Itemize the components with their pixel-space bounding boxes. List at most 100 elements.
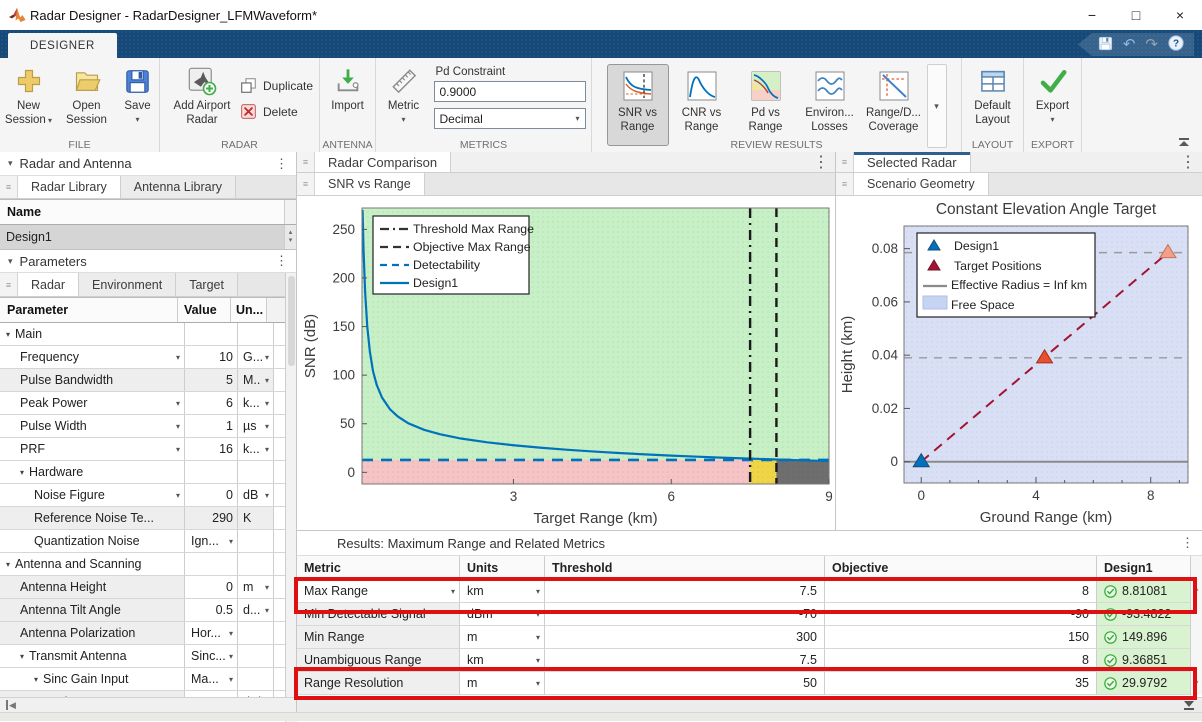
results-scrollbar[interactable]: ▴▾ [1190, 556, 1202, 695]
help-icon[interactable]: ? [1168, 35, 1184, 54]
range-doppler-coverage-button[interactable]: Range/D...Coverage [863, 64, 925, 146]
parameter-name-cell[interactable]: Pulse Bandwidth [0, 369, 185, 391]
environment-losses-button[interactable]: Environ...Losses [799, 64, 861, 146]
parameter-value-cell[interactable]: Hor...▾ [185, 622, 238, 644]
save-button[interactable]: Save▾ [117, 63, 159, 127]
parameter-name-cell[interactable]: ▾Main [0, 323, 185, 345]
parameter-unit-cell[interactable]: dB▾ [238, 484, 274, 506]
parameter-unit-cell[interactable]: G...▾ [238, 346, 274, 368]
parameter-name-cell[interactable]: ▾Antenna and Scanning [0, 553, 185, 575]
scroll-to-start-icon[interactable]: ◀ [6, 700, 16, 711]
dropdown-caret-icon[interactable]: ▾ [176, 422, 180, 431]
parameter-unit-cell[interactable]: M..▾ [238, 369, 274, 391]
pd-constraint-input[interactable]: 0.9000 [434, 81, 586, 102]
snr-vs-range-chart[interactable]: 369050100150200250Target Range (km)SNR (… [297, 196, 835, 530]
parameter-name-cell[interactable]: Antenna Polarization [0, 622, 185, 644]
undo-icon[interactable]: ↶ [1123, 37, 1136, 52]
panel-menu-icon[interactable]: ⋮ [1181, 535, 1194, 551]
dropdown-caret-icon[interactable]: ▾ [265, 491, 269, 500]
dropdown-caret-icon[interactable]: ▾ [229, 537, 233, 546]
horizontal-scrollbar[interactable]: ◀ [0, 697, 296, 712]
parameter-value-cell[interactable] [185, 323, 238, 345]
new-session-button[interactable]: NewSession ▾ [1, 63, 57, 128]
parameter-value-cell[interactable]: 0 [185, 576, 238, 598]
tab-radar-comparison[interactable]: Radar Comparison [315, 152, 451, 172]
dropdown-caret-icon[interactable]: ▾ [265, 422, 269, 431]
parameter-unit-cell[interactable] [238, 622, 274, 644]
parameter-unit-cell[interactable] [238, 668, 274, 690]
delete-button[interactable]: Delete [240, 103, 313, 120]
parameter-name-cell[interactable]: Frequency▾ [0, 346, 185, 368]
parameter-value-cell[interactable]: 290 [185, 507, 238, 529]
dropdown-caret-icon[interactable]: ▾ [176, 399, 180, 408]
panel-menu-icon[interactable]: ⋮ [275, 253, 288, 269]
tab-designer[interactable]: DESIGNER [8, 33, 117, 58]
dropdown-caret-icon[interactable]: ▾ [176, 445, 180, 454]
parameter-value-cell[interactable]: 0.5 [185, 599, 238, 621]
results-threshold-cell[interactable]: 50 [545, 672, 825, 695]
parameter-value-cell[interactable]: 16 [185, 438, 238, 460]
parameter-value-cell[interactable]: 1 [185, 415, 238, 437]
cnr-vs-range-button[interactable]: CNR vsRange [671, 64, 733, 146]
results-metric-cell[interactable]: Min Range [297, 626, 460, 649]
dropdown-caret-icon[interactable]: ▾ [451, 587, 455, 596]
scroll-to-end-icon[interactable] [1184, 701, 1194, 710]
results-metric-cell[interactable]: Range Resolution [297, 672, 460, 695]
tab-antenna-library[interactable]: Antenna Library [121, 176, 236, 198]
parameter-name-cell[interactable]: Pulse Width▾ [0, 415, 185, 437]
group-collapse-icon[interactable]: ▾ [20, 652, 24, 661]
tab-environment[interactable]: Environment [79, 273, 176, 296]
results-units-cell[interactable]: dBm▾ [460, 603, 545, 626]
dropdown-caret-icon[interactable]: ▾ [265, 399, 269, 408]
dropdown-caret-icon[interactable]: ▾ [229, 652, 233, 661]
drag-handle-icon[interactable]: ≡ [297, 173, 315, 195]
collapse-triangle-icon[interactable]: ▾ [8, 158, 13, 169]
dropdown-caret-icon[interactable]: ▾ [265, 606, 269, 615]
import-button[interactable]: Import [324, 63, 372, 113]
default-layout-button[interactable]: DefaultLayout [966, 63, 1020, 127]
parameter-name-cell[interactable]: Noise Figure▾ [0, 484, 185, 506]
dropdown-caret-icon[interactable]: ▾ [536, 587, 540, 596]
parameter-unit-cell[interactable]: k...▾ [238, 392, 274, 414]
format-select[interactable]: Decimal▾ [434, 108, 586, 129]
tab-radar-library[interactable]: Radar Library [18, 176, 121, 198]
parameter-unit-cell[interactable] [238, 553, 274, 575]
open-session-button[interactable]: OpenSession [59, 63, 115, 127]
results-units-cell[interactable]: m▾ [460, 626, 545, 649]
scenario-geometry-chart[interactable]: Constant Elevation Angle Target04800.020… [836, 196, 1202, 530]
parameter-name-cell[interactable]: ▾Hardware [0, 461, 185, 483]
results-objective-cell[interactable]: 35 [825, 672, 1097, 695]
parameter-value-cell[interactable]: Ign...▾ [185, 530, 238, 552]
radar-design-row[interactable]: Design1 ▴▾ [0, 225, 296, 250]
minimize-button[interactable]: − [1070, 1, 1114, 30]
tab-scenario-geometry[interactable]: Scenario Geometry [854, 173, 989, 195]
parameter-value-cell[interactable] [185, 553, 238, 575]
dropdown-caret-icon[interactable]: ▾ [265, 583, 269, 592]
dropdown-caret-icon[interactable]: ▾ [536, 610, 540, 619]
panel-menu-icon[interactable]: ⋮ [451, 152, 835, 172]
maximize-button[interactable]: □ [1114, 1, 1158, 30]
dropdown-caret-icon[interactable]: ▾ [265, 376, 269, 385]
drag-handle-icon[interactable]: ≡ [836, 152, 854, 172]
parameter-unit-cell[interactable] [238, 323, 274, 345]
results-objective-cell[interactable]: 8 [825, 649, 1097, 672]
parameter-name-cell[interactable]: Reference Noise Te... [0, 507, 185, 529]
dropdown-caret-icon[interactable]: ▾ [536, 633, 540, 642]
parameter-value-cell[interactable]: 0 [185, 484, 238, 506]
results-threshold-cell[interactable]: 7.5 [545, 580, 825, 603]
parameter-name-cell[interactable]: Antenna Tilt Angle [0, 599, 185, 621]
results-objective-cell[interactable]: 150 [825, 626, 1097, 649]
drag-handle-icon[interactable]: ≡ [0, 273, 18, 296]
parameter-value-cell[interactable]: 6 [185, 392, 238, 414]
parameter-unit-cell[interactable]: µs▾ [238, 415, 274, 437]
close-button[interactable]: × [1158, 1, 1202, 30]
parameter-value-cell[interactable]: Ma...▾ [185, 668, 238, 690]
group-collapse-icon[interactable]: ▾ [20, 468, 24, 477]
parameter-unit-cell[interactable] [238, 461, 274, 483]
parameter-value-cell[interactable] [185, 461, 238, 483]
parameter-value-cell[interactable]: Sinc...▾ [185, 645, 238, 667]
drag-handle-icon[interactable]: ≡ [297, 152, 315, 172]
results-objective-cell[interactable]: -90 [825, 603, 1097, 626]
metric-button[interactable]: Metric▾ [382, 63, 426, 127]
dropdown-caret-icon[interactable]: ▾ [265, 445, 269, 454]
